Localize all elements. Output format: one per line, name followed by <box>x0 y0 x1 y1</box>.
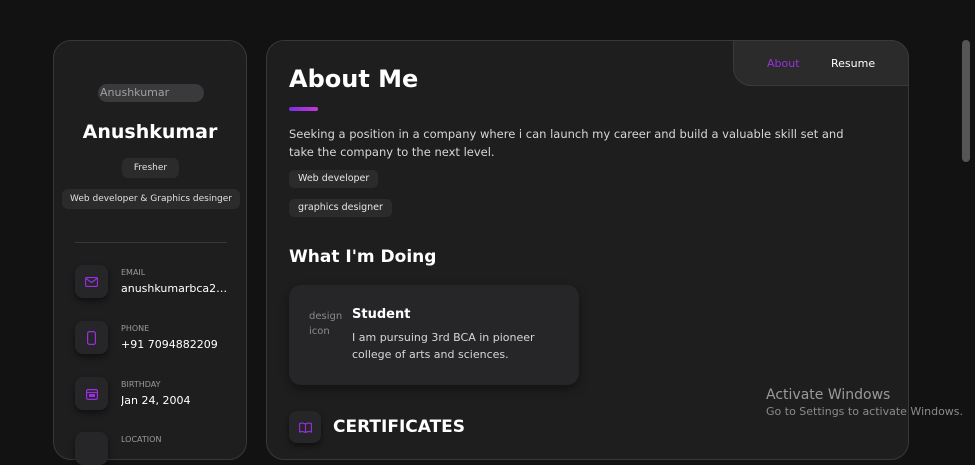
phone-icon <box>75 321 108 354</box>
skill-tag: graphics designer <box>289 199 392 217</box>
sidebar-separator <box>75 242 227 243</box>
about-text: Seeking a position in a company where i … <box>289 127 844 159</box>
email-link[interactable]: anushkumarbca212... <box>121 282 231 295</box>
scrollbar[interactable] <box>962 40 970 162</box>
service-title: Student <box>352 307 411 322</box>
email-label: EMAIL <box>121 268 146 277</box>
phone-link[interactable]: +91 7094882209 <box>121 338 231 351</box>
service-card: design icon Student I am pursuing 3rd BC… <box>289 285 579 385</box>
profile-name: Anushkumar <box>82 121 218 143</box>
title-underline <box>289 107 318 111</box>
page-title: About Me <box>289 65 419 93</box>
title-badge: Web developer & Graphics desinger <box>62 189 240 209</box>
navbar: About Resume <box>733 40 909 86</box>
nav-resume-link[interactable]: Resume <box>831 57 875 70</box>
book-icon <box>289 411 321 443</box>
phone-label: PHONE <box>121 324 150 333</box>
activate-windows-subtitle: Go to Settings to activate Windows. <box>766 405 964 418</box>
sidebar: Anushkumar Anushkumar Fresher Web develo… <box>53 40 247 465</box>
avatar: Anushkumar <box>98 84 204 102</box>
skill-tag: Web developer <box>289 170 379 188</box>
service-text: I am pursuing 3rd BCA in pioneer college… <box>352 331 535 361</box>
calendar-icon <box>75 377 108 410</box>
location-icon <box>75 432 108 465</box>
birthday-label: BIRTHDAY <box>121 380 161 389</box>
activate-windows-title: Activate Windows <box>766 387 891 403</box>
nav-about-link[interactable]: About <box>767 57 800 70</box>
mail-icon <box>75 265 108 298</box>
status-badge: Fresher <box>122 158 179 178</box>
section-title-certificates: CERTIFICATES <box>333 417 466 437</box>
birthday-value: Jan 24, 2004 <box>121 394 191 407</box>
section-title-doing: What I'm Doing <box>289 247 437 267</box>
design-icon: design icon <box>309 311 343 337</box>
